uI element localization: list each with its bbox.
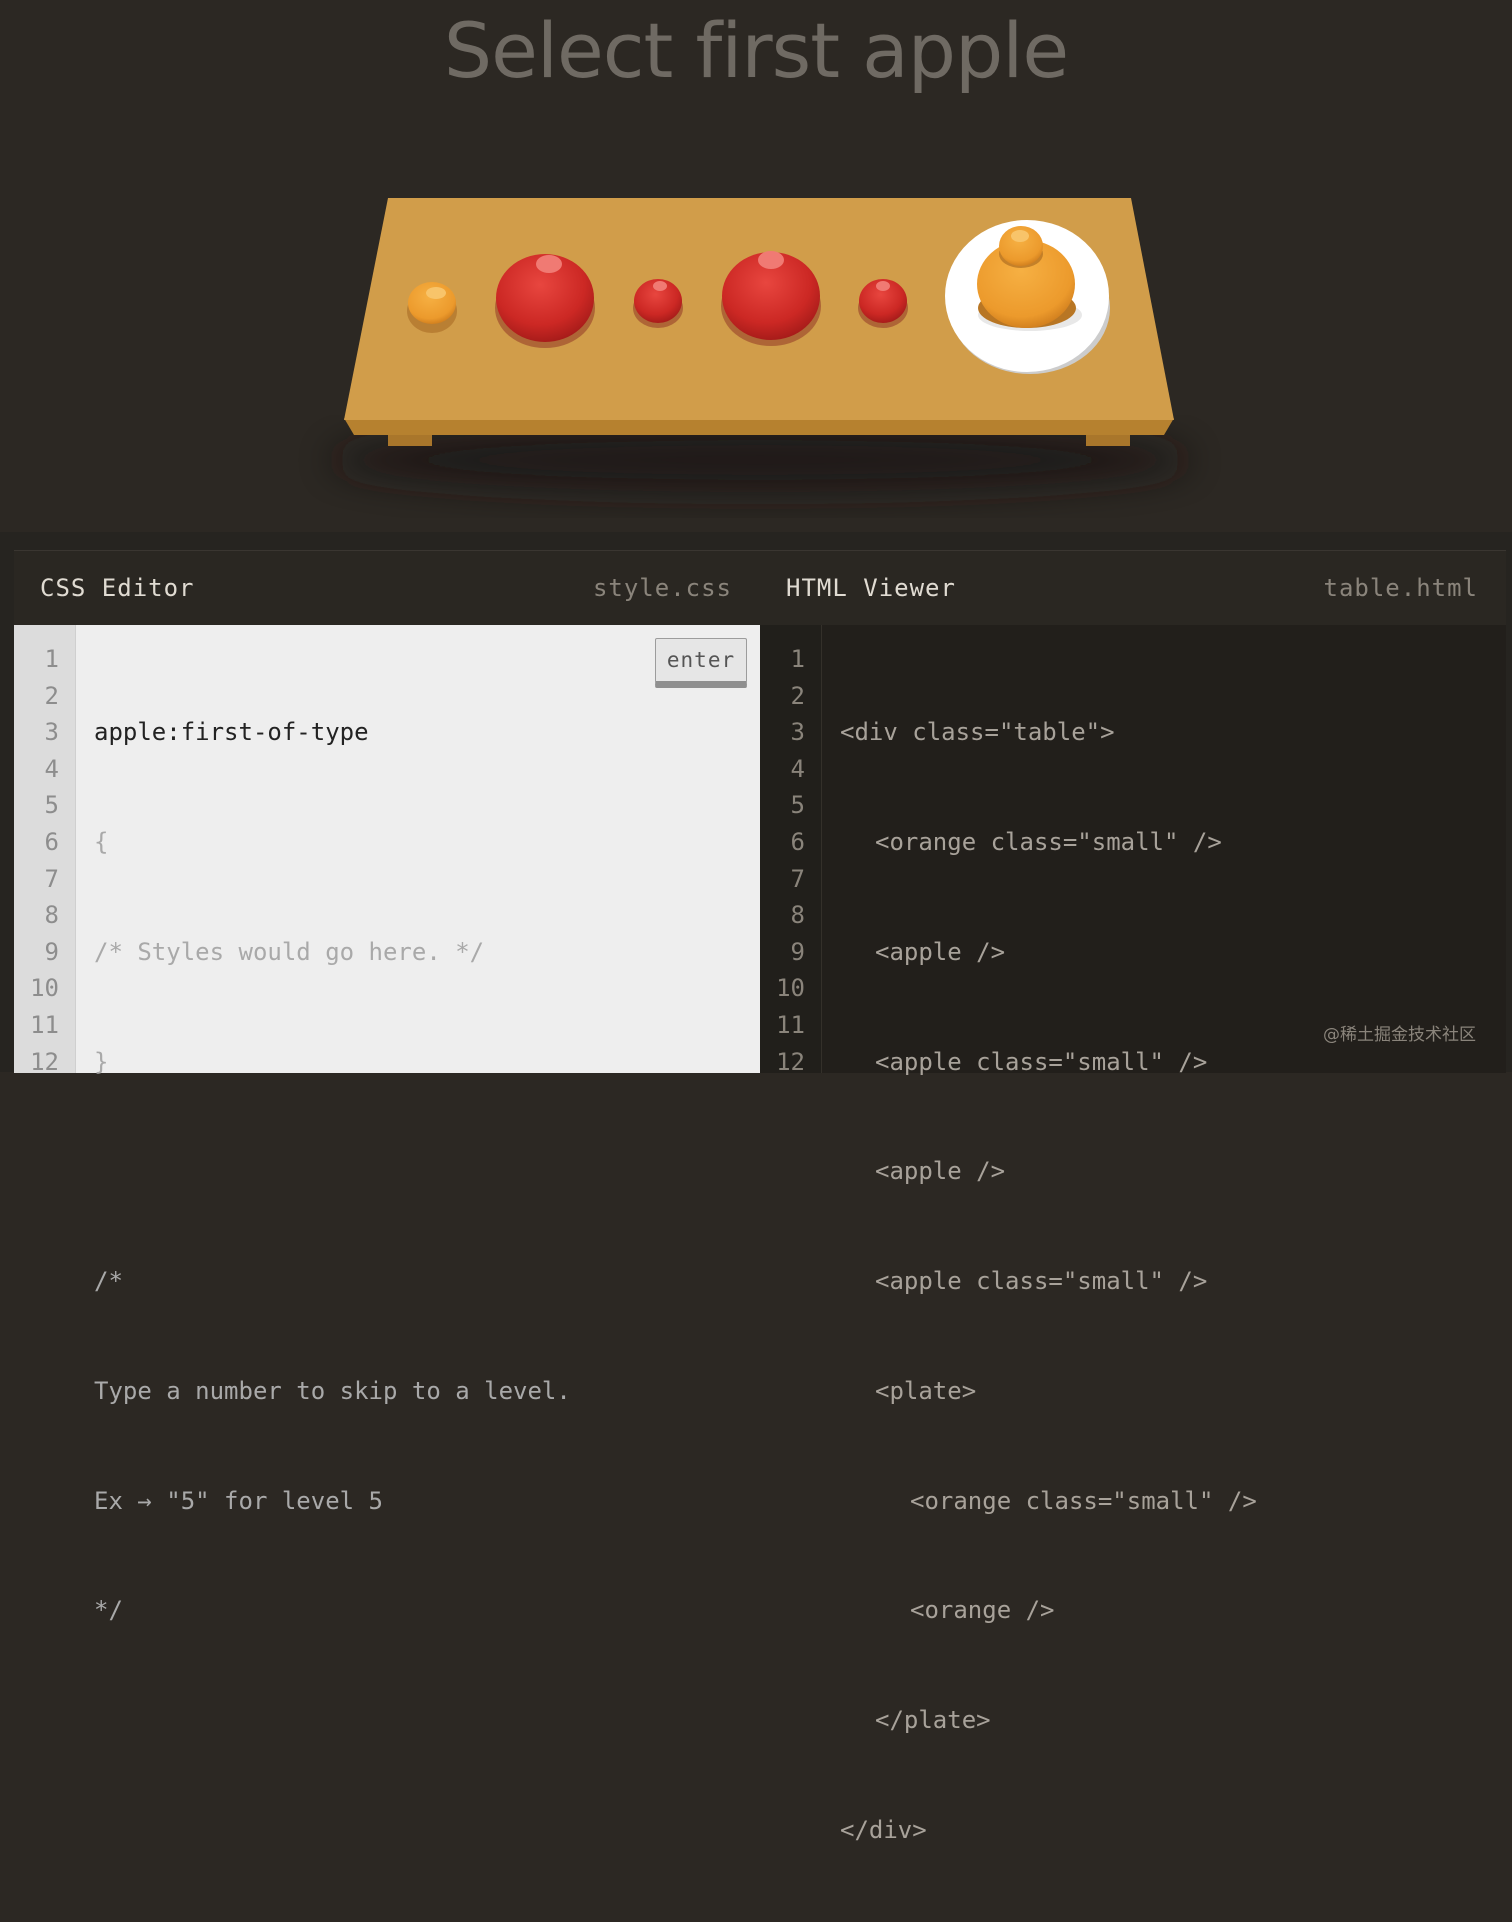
enter-button[interactable]: enter: [655, 638, 747, 688]
editor-container: CSS Editor style.css HTML Viewer table.h…: [14, 550, 1506, 1844]
line-number: 10: [30, 974, 59, 1003]
line-number: 11: [776, 1010, 805, 1039]
html-viewer: 1 2 3 4 5 6 7 8 9 10 11 12 <div class="t…: [760, 625, 1506, 1844]
css-code: { /* Styles would go here. */ } /* Type …: [94, 641, 634, 1702]
html-line-plate-close[interactable]: </plate>: [840, 1702, 1257, 1739]
html-line-apple-small[interactable]: <apple class="small" />: [840, 1263, 1257, 1300]
line-number: 5: [790, 791, 805, 820]
level-title: Select first apple: [443, 6, 1069, 95]
line-number: 3: [44, 718, 59, 747]
line-number: 2: [790, 681, 805, 710]
table-front: [344, 418, 1174, 435]
html-line-div-close[interactable]: </div>: [840, 1812, 1257, 1849]
css-code-line: */: [94, 1596, 123, 1625]
css-code-line: Type a number to skip to a level.: [94, 1376, 571, 1405]
apple-large-2: [721, 251, 821, 346]
css-code-line: /* Styles would go here. */: [94, 937, 485, 966]
css-code-line: Ex → "5" for level 5: [94, 1486, 383, 1515]
line-number: 1: [790, 645, 805, 673]
html-line-apple[interactable]: <apple />: [840, 934, 1257, 971]
line-number: 9: [790, 937, 805, 966]
line-number: 6: [790, 827, 805, 856]
html-viewer-title: HTML Viewer: [786, 574, 956, 602]
editor-section: CSS Editor style.css HTML Viewer table.h…: [0, 532, 1512, 1844]
html-line-plate-open[interactable]: <plate>: [840, 1373, 1257, 1410]
line-number: 6: [44, 827, 59, 856]
css-code-line: }: [94, 1047, 109, 1076]
line-number: 5: [44, 791, 59, 820]
html-line-orange[interactable]: <orange />: [840, 1592, 1257, 1629]
css-code-line: /*: [94, 1267, 123, 1296]
game-board: [0, 150, 1512, 530]
orange-small-on-plate: [999, 226, 1043, 268]
html-filename: table.html: [1323, 574, 1478, 602]
line-number: 12: [776, 1047, 805, 1076]
html-line-div-open[interactable]: <div class="table">: [840, 714, 1257, 751]
css-selector-input[interactable]: [94, 715, 634, 750]
line-number: 4: [44, 754, 59, 783]
html-line-apple[interactable]: <apple />: [840, 1153, 1257, 1190]
table-illustration: [330, 198, 1190, 492]
line-number: 7: [44, 864, 59, 893]
html-line-orange-small[interactable]: <orange class="small" />: [840, 1483, 1257, 1520]
css-code-line: {: [94, 827, 109, 856]
orange-small: [407, 282, 457, 333]
html-line-orange-small[interactable]: <orange class="small" />: [840, 824, 1257, 861]
html-markup: <div class="table"> <orange class="small…: [840, 641, 1257, 1922]
plate: [945, 220, 1110, 374]
css-editor: 1 2 3 4 5 6 7 8 9 10 11 12 { /* Styles w…: [14, 625, 760, 1624]
line-number: 11: [30, 1010, 59, 1039]
line-number: 10: [776, 974, 805, 1003]
line-number: 8: [44, 901, 59, 930]
css-editor-title: CSS Editor: [40, 574, 195, 602]
line-number: 8: [790, 901, 805, 930]
css-editor-header: CSS Editor style.css: [14, 551, 760, 625]
html-line-gutter: 1 2 3 4 5 6 7 8 9 10 11 12: [760, 625, 822, 1076]
line-number: 4: [790, 754, 805, 783]
line-number: 1: [44, 645, 59, 673]
apple-large-1: [495, 254, 595, 348]
line-number: 2: [44, 681, 59, 710]
css-line-gutter: 1 2 3 4 5 6 7 8 9 10 11 12: [14, 625, 76, 1076]
line-number: 3: [790, 718, 805, 747]
apple-small-2: [858, 279, 908, 328]
html-line-apple-small[interactable]: <apple class="small" />: [840, 1044, 1257, 1081]
line-number: 7: [790, 864, 805, 893]
css-input-line: [94, 714, 634, 751]
line-number: 12: [30, 1047, 59, 1076]
apple-small-1: [633, 279, 683, 328]
html-viewer-header: HTML Viewer table.html: [760, 551, 1506, 625]
css-filename: style.css: [592, 574, 732, 602]
css-code-line: [94, 1153, 634, 1190]
line-number: 9: [44, 937, 59, 966]
watermark: @稀土掘金技术社区: [1323, 1025, 1476, 1045]
